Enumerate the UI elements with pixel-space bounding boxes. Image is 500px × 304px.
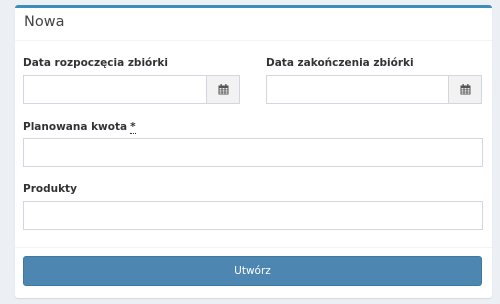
box-footer-divider bbox=[15, 247, 492, 248]
start-date-calendar-button[interactable] bbox=[206, 75, 240, 104]
calendar-icon bbox=[460, 84, 470, 95]
form-box: Nowa Data rozpoczęcia zbiórki Data zakoń… bbox=[15, 5, 492, 298]
end-date-label: Data zakończenia zbiórki bbox=[266, 57, 414, 69]
end-date-input[interactable] bbox=[266, 75, 449, 104]
box-header: Nowa bbox=[15, 8, 492, 41]
planned-amount-input[interactable] bbox=[23, 138, 483, 167]
products-input[interactable] bbox=[23, 201, 483, 230]
create-button[interactable]: Utwórz bbox=[23, 256, 482, 286]
required-marker: * bbox=[130, 121, 136, 134]
planned-amount-label: Planowana kwota * bbox=[23, 121, 136, 134]
calendar-icon bbox=[218, 84, 228, 95]
box-title: Nowa bbox=[24, 14, 65, 30]
end-date-calendar-button[interactable] bbox=[448, 75, 482, 104]
planned-amount-label-text: Planowana kwota bbox=[23, 121, 128, 133]
start-date-input[interactable] bbox=[23, 75, 207, 104]
products-label: Produkty bbox=[23, 183, 77, 195]
start-date-label: Data rozpoczęcia zbiórki bbox=[23, 57, 169, 69]
